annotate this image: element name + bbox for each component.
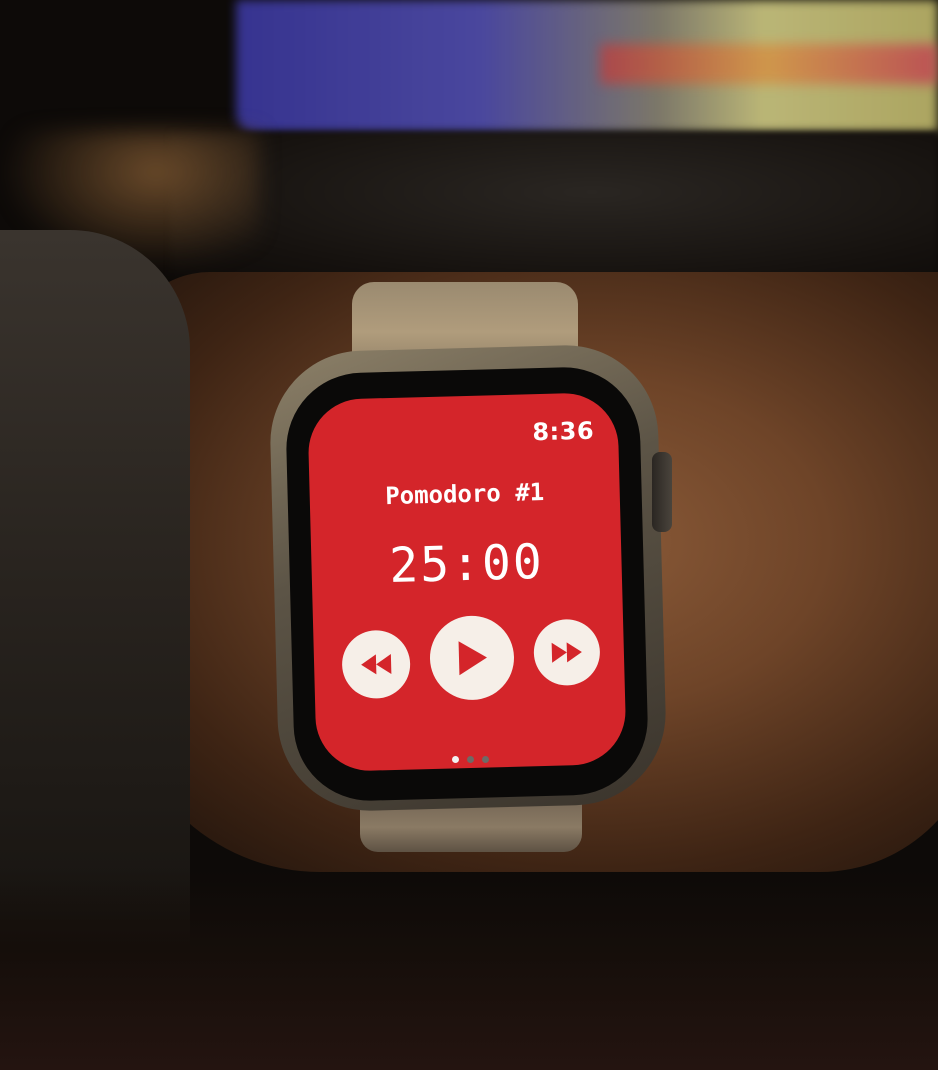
page-indicator xyxy=(452,756,489,763)
play-button[interactable] xyxy=(428,614,516,701)
blurred-keyboard xyxy=(170,132,938,282)
page-dot[interactable] xyxy=(467,756,474,763)
digital-crown[interactable] xyxy=(652,452,672,532)
session-title: Pomodoro #1 xyxy=(384,477,545,511)
status-time: 8:36 xyxy=(532,416,595,447)
rewind-button[interactable] xyxy=(341,629,412,700)
fast-forward-icon xyxy=(551,642,582,663)
rewind-icon xyxy=(361,654,392,675)
play-icon xyxy=(458,641,487,676)
page-dot[interactable] xyxy=(482,756,489,763)
watch-screen: 8:36 Pomodoro #1 25:00 xyxy=(307,392,627,772)
countdown-timer: 25:00 xyxy=(388,533,545,595)
fast-forward-button[interactable] xyxy=(533,618,601,687)
monitor-glow xyxy=(600,44,938,84)
foreground-shadow xyxy=(0,870,938,1070)
page-dot-active[interactable] xyxy=(452,756,459,763)
